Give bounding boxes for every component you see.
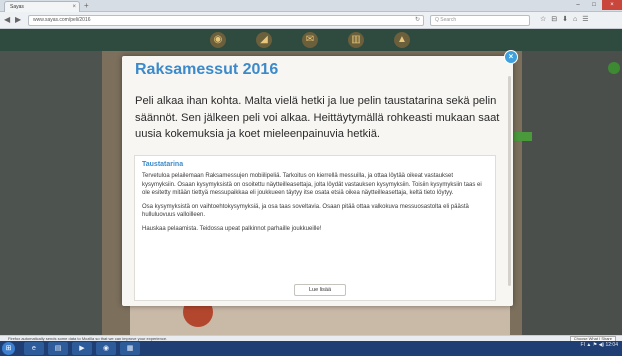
tab-close-icon[interactable]: ×: [72, 2, 76, 12]
explorer-icon[interactable]: ▤: [48, 342, 68, 355]
bookmark-star-icon[interactable]: ☆: [540, 15, 546, 25]
site-nav-icons: ◉ ◢ ✉ ▥ ▲: [210, 32, 410, 48]
flag-icon[interactable]: ◢: [256, 32, 272, 48]
read-more-button[interactable]: Lue lisää: [294, 284, 346, 296]
reload-icon[interactable]: ↻: [415, 16, 420, 25]
menu-icon[interactable]: ☰: [582, 15, 588, 25]
background-green-tag: [514, 132, 532, 141]
back-icon[interactable]: ◀: [4, 15, 10, 25]
modal-title: Raksamessut 2016: [135, 61, 279, 78]
new-tab-button[interactable]: +: [84, 1, 89, 11]
modal-intro-text: Peli alkaa ihan kohta. Malta vielä hetki…: [135, 95, 500, 140]
clipboard-icon[interactable]: ▥: [348, 32, 364, 48]
target-icon[interactable]: ◉: [210, 32, 226, 48]
story-paragraph: Osa kysymyksistä on vaihtoehtokysymyksiä…: [142, 203, 469, 219]
browser-tab[interactable]: Sayas ×: [4, 1, 80, 12]
app-icon[interactable]: ▦: [120, 342, 140, 355]
story-paragraph: Tervetuloa pelailemaan Raksamessujen mob…: [142, 173, 482, 197]
background-side-panel: [522, 51, 622, 335]
system-tray: FI ▲ ⚑ ◀) 12:04: [580, 342, 618, 348]
chrome-icon[interactable]: ◉: [96, 342, 116, 355]
browser-tabbar: Sayas × + – □ ×: [0, 0, 622, 12]
mail-icon[interactable]: ✉: [302, 32, 318, 48]
toolbar-icons: ☆ ⊟ ⬇ ⌂ ☰: [540, 15, 589, 25]
start-button[interactable]: ⊞: [2, 342, 15, 355]
minimize-button[interactable]: –: [570, 0, 586, 10]
story-paragraph: Hauskaa pelaamista. Teidossa upeat palki…: [142, 225, 322, 232]
os-taskbar: ⊞ e ▤ ▶ ◉ ▦ FI ▲ ⚑ ◀) 12:04: [0, 341, 622, 356]
url-text: www.sayas.com/peli/2016: [33, 17, 91, 23]
taskbar-apps: e ▤ ▶ ◉ ▦: [24, 342, 140, 355]
window-controls: – □ ×: [570, 0, 622, 12]
story-heading: Taustatarina: [142, 161, 184, 168]
browser-navbar: ◀ ▶ www.sayas.com/peli/2016 ↻ Q Search ☆…: [0, 12, 622, 29]
intro-modal: Raksamessut 2016 Peli alkaa ihan kohta. …: [122, 56, 513, 306]
address-bar[interactable]: www.sayas.com/peli/2016 ↻: [28, 15, 424, 26]
forward-icon[interactable]: ▶: [15, 15, 21, 25]
modal-scrollbar[interactable]: [508, 76, 511, 286]
home-icon[interactable]: ⌂: [573, 15, 577, 25]
maximize-button[interactable]: □: [586, 0, 602, 10]
ie-icon[interactable]: e: [24, 342, 44, 355]
background-story-box: Taustatarina Tervetuloa pelailemaan Raks…: [134, 155, 496, 301]
download-icon[interactable]: ⬇: [562, 15, 568, 25]
reading-list-icon[interactable]: ⊟: [551, 15, 557, 25]
tab-title: Sayas: [10, 4, 24, 10]
status-dot: [608, 62, 620, 74]
modal-close-icon[interactable]: ×: [504, 50, 518, 64]
site-header: ◉ ◢ ✉ ▥ ▲: [0, 29, 622, 51]
close-window-button[interactable]: ×: [602, 0, 622, 10]
search-input[interactable]: Q Search: [430, 15, 530, 26]
media-icon[interactable]: ▶: [72, 342, 92, 355]
user-icon[interactable]: ▲: [394, 32, 410, 48]
